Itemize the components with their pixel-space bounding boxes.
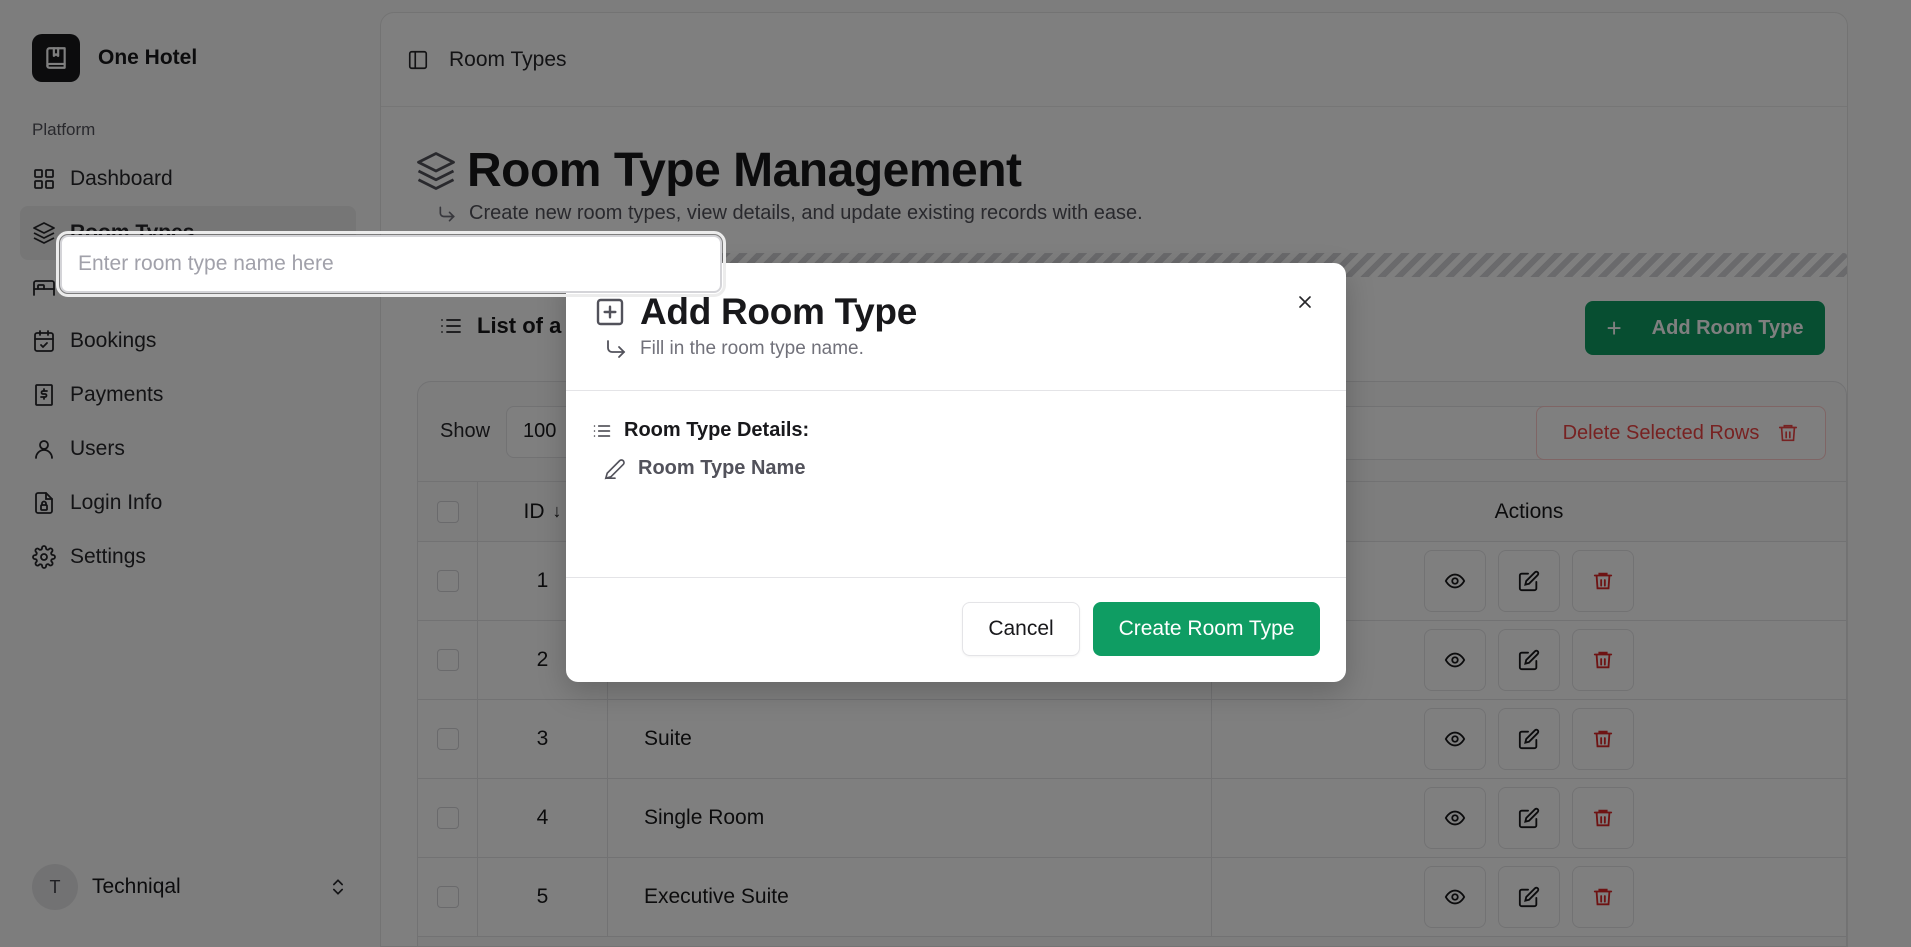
corner-down-right-icon	[607, 340, 626, 358]
dialog-title: Add Room Type	[640, 291, 918, 332]
pencil-icon	[604, 458, 625, 479]
close-button[interactable]	[1290, 287, 1320, 317]
plus-square-icon	[596, 298, 624, 326]
cancel-button[interactable]: Cancel	[962, 602, 1080, 656]
add-room-type-dialog: Add Room Type Fill in the room type name…	[566, 263, 1346, 682]
section-title: Room Type Details:	[624, 419, 810, 441]
room-type-name-label: Room Type Name	[638, 457, 806, 479]
close-icon	[1299, 296, 1311, 308]
list-icon	[593, 424, 611, 437]
dialog-footer: Cancel Create Room Type	[566, 578, 1346, 681]
create-room-type-button[interactable]: Create Room Type	[1093, 602, 1320, 656]
dialog-subtitle: Fill in the room type name.	[640, 338, 864, 359]
dialog-body: Room Type Details: Room Type Name	[566, 391, 1346, 578]
room-type-name-input[interactable]	[56, 231, 726, 297]
